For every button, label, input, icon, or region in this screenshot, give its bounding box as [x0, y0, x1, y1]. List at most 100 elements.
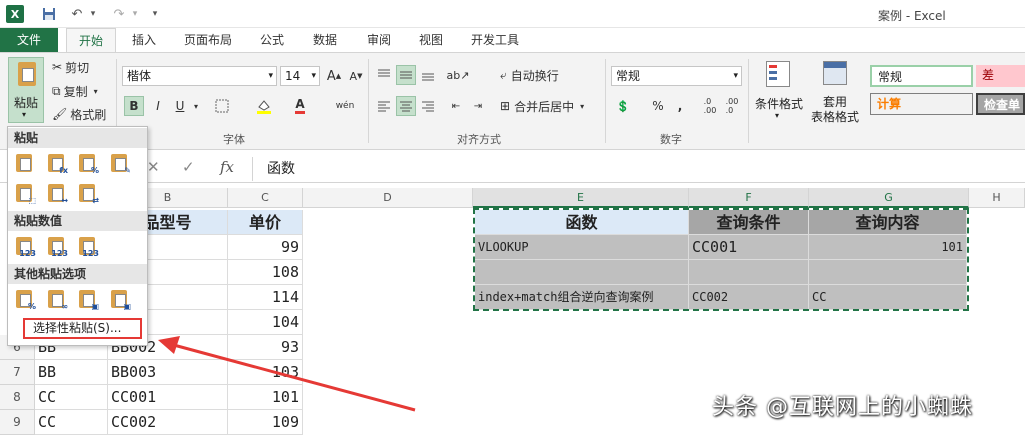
cell-header-function[interactable]: 函数 [475, 210, 689, 235]
font-name-select[interactable]: 楷体 ▾ [122, 66, 277, 86]
tab-data[interactable]: 数据 [305, 28, 345, 52]
paste-no-borders-icon[interactable]: ⬚ [13, 181, 36, 205]
row-header-7[interactable]: 7 [0, 360, 35, 385]
percent-icon[interactable]: % [648, 96, 668, 116]
redo-dropdown-icon[interactable]: ▾ [126, 5, 144, 23]
style-normal[interactable]: 常规 [870, 65, 973, 87]
cell-condition[interactable] [689, 260, 809, 285]
comma-style-icon[interactable]: , [670, 96, 690, 116]
align-center-icon[interactable] [396, 96, 416, 116]
group-divider [748, 59, 749, 143]
tab-home[interactable]: 开始 [66, 28, 116, 52]
cell-header-condition[interactable]: 查询条件 [689, 210, 809, 235]
decrease-decimal-icon[interactable]: .00.0 [722, 96, 742, 116]
cell-prefix[interactable]: CC [35, 410, 108, 435]
paste-formulas-number-format-icon[interactable]: % [76, 151, 99, 175]
paste-formatting-icon[interactable]: % [13, 287, 36, 311]
align-bottom-icon[interactable] [418, 65, 438, 85]
cut-button[interactable]: ✂ 剪切 [52, 58, 89, 76]
column-header-d[interactable]: D [303, 188, 473, 208]
currency-icon[interactable]: 💲 [613, 96, 633, 116]
decrease-font-icon[interactable]: A ▼ [346, 66, 366, 86]
align-middle-icon[interactable] [396, 65, 416, 85]
tab-view[interactable]: 视图 [411, 28, 451, 52]
row-header-8[interactable]: 8 [0, 385, 35, 410]
paste-keep-column-width-icon[interactable]: ↔ [45, 181, 68, 205]
paste-icon[interactable] [13, 151, 35, 175]
merge-center-button[interactable]: ⊞ 合并后居中 ▾ [500, 96, 584, 116]
formula-input[interactable]: 函数 [252, 157, 1025, 181]
paste-link-icon[interactable]: ∞ [45, 287, 68, 311]
cell-prefix[interactable]: BB [35, 360, 108, 385]
row-header-9[interactable]: 9 [0, 410, 35, 435]
column-header-e[interactable]: E [473, 188, 689, 208]
phonetic-guide-icon[interactable]: wén [330, 96, 360, 116]
tab-insert[interactable]: 插入 [124, 28, 164, 52]
style-calculation[interactable]: 计算 [870, 93, 973, 115]
cell-price[interactable]: 114 [228, 285, 303, 310]
tab-formulas[interactable]: 公式 [252, 28, 292, 52]
cancel-icon[interactable]: ✕ [147, 158, 160, 176]
align-left-icon[interactable] [374, 96, 394, 116]
conditional-format-button[interactable]: 条件格式 ▾ [754, 57, 803, 127]
copy-button[interactable]: ⧉ 复制 ▾ [52, 82, 98, 100]
column-header-h[interactable]: H [969, 188, 1025, 208]
cell-prefix[interactable]: CC [35, 385, 108, 410]
style-bad[interactable]: 差 [976, 65, 1025, 87]
paste-values-icon[interactable]: 123 [13, 234, 36, 258]
tab-review[interactable]: 审阅 [359, 28, 399, 52]
paste-button[interactable]: 粘贴 ▾ [8, 57, 44, 123]
cell-condition[interactable]: CC002 [689, 285, 809, 310]
chevron-down-icon[interactable]: ▾ [186, 96, 206, 116]
paste-formulas-icon[interactable]: fx [45, 151, 68, 175]
cell-function[interactable]: index+match组合逆向查询案例 [475, 285, 689, 310]
cell-function[interactable]: VLOOKUP [475, 235, 689, 260]
font-group-label: 字体 [223, 133, 245, 146]
insert-function-icon[interactable]: fx [220, 158, 234, 176]
font-color-icon[interactable]: A [290, 96, 310, 116]
paste-picture-icon[interactable]: ▣ [76, 287, 99, 311]
wrap-text-button[interactable]: ⤶ 自动换行 [500, 65, 559, 85]
tab-developer[interactable]: 开发工具 [463, 28, 527, 52]
cell-price[interactable]: 99 [228, 235, 303, 260]
fill-color-icon[interactable] [254, 96, 274, 116]
paste-keep-source-format-icon[interactable]: ✎ [108, 151, 131, 175]
paste-special-menu-item[interactable]: 选择性粘贴(S)... [23, 318, 142, 339]
increase-font-icon[interactable]: A ▲ [324, 66, 344, 86]
format-as-table-button[interactable]: 套用 表格格式 [806, 57, 864, 127]
paste-linked-picture-icon[interactable]: ▣ [108, 287, 131, 311]
cell-function[interactable] [475, 260, 689, 285]
cell-condition[interactable]: CC001 [689, 235, 809, 260]
paste-values-number-format-icon[interactable]: 123 [45, 234, 68, 258]
style-check-cell[interactable]: 检查单 [976, 93, 1025, 115]
cell-result[interactable]: 101 [809, 235, 967, 260]
border-icon[interactable] [212, 96, 232, 116]
tab-file[interactable]: 文件 [0, 28, 58, 52]
tab-page-layout[interactable]: 页面布局 [176, 28, 240, 52]
cell-header-price[interactable]: 单价 [228, 210, 303, 235]
paste-transpose-icon[interactable]: ⇄ [76, 181, 99, 205]
align-right-icon[interactable] [418, 96, 438, 116]
column-header-c[interactable]: C [228, 188, 303, 208]
column-header-f[interactable]: F [689, 188, 809, 208]
bold-button[interactable]: B [124, 96, 144, 116]
increase-indent-icon[interactable]: ⇥ [468, 96, 488, 116]
number-format-select[interactable]: 常规 ▾ [611, 66, 742, 86]
cell-price[interactable]: 108 [228, 260, 303, 285]
paste-values-source-format-icon[interactable]: 123 [76, 234, 99, 258]
decrease-indent-icon[interactable]: ⇤ [446, 96, 466, 116]
italic-button[interactable]: I [148, 96, 168, 116]
enter-icon[interactable]: ✓ [182, 158, 195, 176]
column-header-g[interactable]: G [809, 188, 969, 208]
save-icon[interactable] [40, 5, 58, 23]
customize-quick-access-icon[interactable]: ▾ [146, 5, 164, 23]
increase-decimal-icon[interactable]: .0.00 [700, 96, 720, 116]
text-orientation-icon[interactable]: ab↗ [447, 65, 470, 85]
cell-result[interactable]: CC [809, 285, 967, 310]
cell-header-result[interactable]: 查询内容 [809, 210, 967, 235]
cell-result[interactable] [809, 260, 967, 285]
format-painter-button[interactable]: 🖌 格式刷 [52, 105, 106, 123]
font-size-select[interactable]: 14 ▾ [280, 66, 320, 86]
align-top-icon[interactable] [374, 65, 394, 85]
undo-dropdown-icon[interactable]: ▾ [84, 5, 102, 23]
